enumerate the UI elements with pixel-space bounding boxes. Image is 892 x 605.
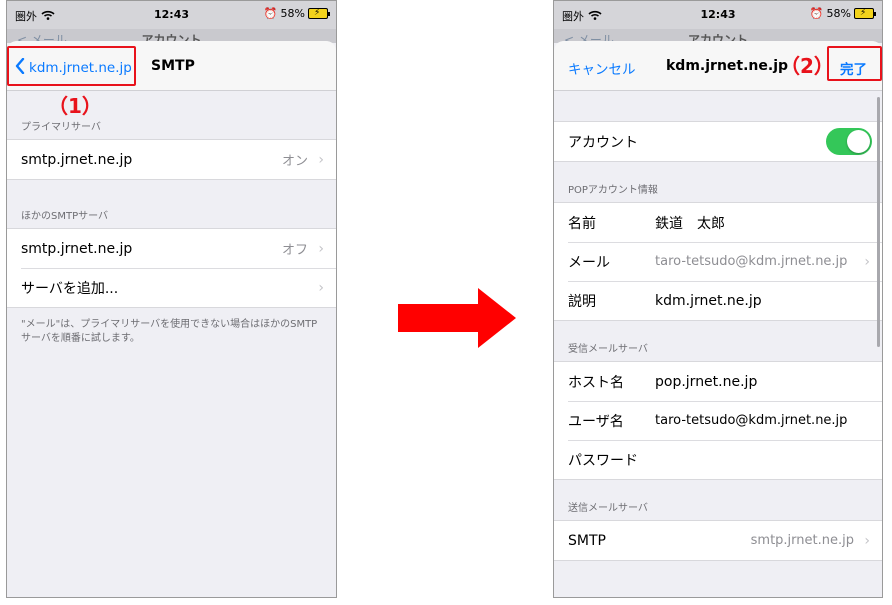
name-row[interactable]: 名前 鉄道 太郎 xyxy=(554,203,882,242)
add-server-label: サーバを追加... xyxy=(21,280,119,297)
account-toggle-group: アカウント xyxy=(554,121,882,162)
host-value: pop.jrnet.ne.jp xyxy=(655,373,758,390)
username-value: taro-tetsudo@kdm.jrnet.ne.jp xyxy=(655,413,848,428)
battery-icon: ⚡ xyxy=(854,8,876,19)
description-row[interactable]: 説明 kdm.jrnet.ne.jp xyxy=(554,281,882,320)
mail-row[interactable]: メール taro-tetsudo@kdm.jrnet.ne.jp › xyxy=(554,242,882,281)
pop-info-header: POPアカウント情報 xyxy=(568,185,658,196)
account-sheet: キャンセル kdm.jrnet.ne.jp 完了 アカウント POPアカウント情… xyxy=(554,41,882,597)
annotation-box-1 xyxy=(7,46,136,86)
mail-value: taro-tetsudo@kdm.jrnet.ne.jp xyxy=(655,254,848,269)
annotation-label-2: （2） xyxy=(780,54,834,78)
arrow-right-icon xyxy=(398,288,516,348)
primary-server-group: smtp.jrnet.ne.jp オン › xyxy=(7,139,336,180)
chevron-right-icon: › xyxy=(318,279,324,296)
annotation-box-2 xyxy=(827,46,882,81)
account-row: アカウント xyxy=(554,122,882,161)
other-server-name: smtp.jrnet.ne.jp xyxy=(21,240,133,257)
alarm-icon: ⏰ xyxy=(809,7,824,20)
host-row[interactable]: ホスト名 pop.jrnet.ne.jp xyxy=(554,362,882,401)
chevron-right-icon: › xyxy=(318,240,324,257)
page-title: kdm.jrnet.ne.jp xyxy=(666,58,789,74)
smtp-sheet: kdm.jrnet.ne.jp SMTP プライマリサーバ smtp.jrnet… xyxy=(7,41,336,597)
outgoing-server-header: 送信メールサーバ xyxy=(568,503,648,514)
battery-percent: 58% xyxy=(280,7,305,20)
smtp-row[interactable]: SMTP smtp.jrnet.ne.jp › xyxy=(554,521,882,560)
toggle-knob xyxy=(847,130,870,153)
chevron-right-icon: › xyxy=(318,151,324,168)
page-title: SMTP xyxy=(151,58,195,74)
status-bar: 圏外 12:43 ⏰ 58% ⚡ xyxy=(7,1,336,29)
smtp-label: SMTP xyxy=(568,532,606,549)
name-label: 名前 xyxy=(568,215,596,232)
other-server-row[interactable]: smtp.jrnet.ne.jp オフ › xyxy=(7,229,336,268)
incoming-server-header: 受信メールサーバ xyxy=(568,344,648,355)
description-label: 説明 xyxy=(568,293,596,310)
primary-server-row[interactable]: smtp.jrnet.ne.jp オン › xyxy=(7,140,336,179)
add-server-row[interactable]: サーバを追加... › xyxy=(7,268,336,307)
name-value: 鉄道 太郎 xyxy=(655,215,725,232)
host-label: ホスト名 xyxy=(568,374,624,391)
password-row[interactable]: パスワード xyxy=(554,440,882,479)
incoming-server-group: ホスト名 pop.jrnet.ne.jp ユーザ名 taro-tetsudo@k… xyxy=(554,361,882,480)
outgoing-server-group: SMTP smtp.jrnet.ne.jp › xyxy=(554,520,882,561)
password-label: パスワード xyxy=(568,452,638,469)
account-toggle[interactable] xyxy=(826,128,872,155)
other-servers-group: smtp.jrnet.ne.jp オフ › サーバを追加... › xyxy=(7,228,336,308)
scrollbar[interactable] xyxy=(877,97,880,347)
chevron-right-icon: › xyxy=(864,253,870,270)
status-bar: 圏外 12:43 ⏰ 58% ⚡ xyxy=(554,1,882,29)
username-row[interactable]: ユーザ名 taro-tetsudo@kdm.jrnet.ne.jp xyxy=(554,401,882,440)
description-value: kdm.jrnet.ne.jp xyxy=(655,292,762,309)
other-servers-header: ほかのSMTPサーバ xyxy=(21,211,109,222)
other-server-state: オフ xyxy=(281,243,308,258)
primary-server-name: smtp.jrnet.ne.jp xyxy=(21,151,133,168)
footer-note: "メール"は、プライマリサーバを使用できない場合はほかのSMTPサーバを順番に試… xyxy=(21,319,318,344)
smtp-value: smtp.jrnet.ne.jp xyxy=(750,533,854,548)
annotation-label-1: （1） xyxy=(48,94,102,118)
battery-icon: ⚡ xyxy=(308,8,330,19)
mail-label: メール xyxy=(568,254,610,271)
username-label: ユーザ名 xyxy=(568,413,624,430)
account-settings-screen: 圏外 12:43 ⏰ 58% ⚡ < メール アカウント キャンセル kdm.j… xyxy=(553,0,883,598)
alarm-icon: ⏰ xyxy=(263,7,278,20)
pop-info-group: 名前 鉄道 太郎 メール taro-tetsudo@kdm.jrnet.ne.j… xyxy=(554,202,882,321)
primary-server-state: オン xyxy=(281,154,308,169)
cancel-button[interactable]: キャンセル xyxy=(568,58,636,78)
battery-percent: 58% xyxy=(826,7,851,20)
chevron-right-icon: › xyxy=(864,532,870,549)
account-label: アカウント xyxy=(568,134,638,151)
